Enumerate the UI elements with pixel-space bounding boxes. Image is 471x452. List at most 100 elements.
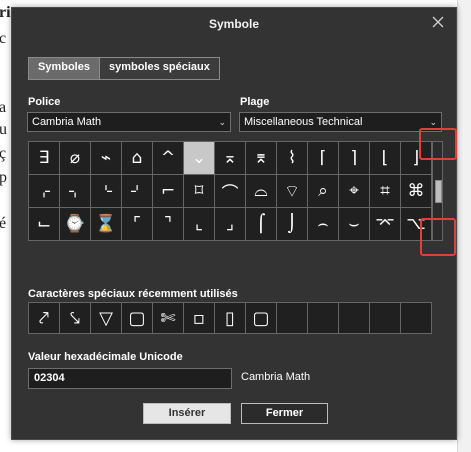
symbol-cell[interactable]: ⌍ xyxy=(60,175,91,208)
symbol-glyph: ⌉ xyxy=(350,148,358,168)
symbol-cell[interactable]: ∃ xyxy=(29,142,60,175)
symbol-cell[interactable]: ⌗ xyxy=(370,175,401,208)
recent-symbol-cell[interactable]: ✄ xyxy=(153,303,184,334)
font-select[interactable]: Cambria Math ⌄ xyxy=(27,112,231,132)
highlight-box-bottom xyxy=(420,218,456,256)
recent-symbol-glyph: ✄ xyxy=(160,307,176,329)
symbol-cell[interactable]: ⌀ xyxy=(60,142,91,175)
dialog-title: Symbole xyxy=(208,17,259,31)
symbol-cell[interactable]: ⌜ xyxy=(122,208,153,241)
recent-symbol-glyph: ⤥ xyxy=(69,307,81,329)
symbol-glyph: ⌖ xyxy=(349,181,359,201)
recent-symbol-cell[interactable] xyxy=(401,303,432,334)
symbol-glyph: ⌗ xyxy=(380,181,390,201)
symbol-glyph: ⌣ xyxy=(348,214,360,234)
symbol-cell[interactable]: ⌓ xyxy=(246,175,277,208)
symbol-cell[interactable]: ⌈ xyxy=(308,142,339,175)
recent-symbol-cell[interactable] xyxy=(308,303,339,334)
font-select-value: Cambria Math xyxy=(32,116,102,128)
symbol-cell[interactable]: ⌝ xyxy=(153,208,184,241)
symbol-glyph: ⌇ xyxy=(287,148,297,168)
tab-symboles[interactable]: Symboles xyxy=(29,58,99,79)
scrollbar-thumb[interactable] xyxy=(435,180,442,203)
doc-text: p xyxy=(0,169,7,186)
doc-text: é xyxy=(0,215,7,232)
symbol-glyph: ⌕ xyxy=(318,181,328,201)
recent-symbol-cell[interactable]: ⤥ xyxy=(60,303,91,334)
symbol-cell[interactable]: ⌑ xyxy=(184,175,215,208)
symbol-glyph: ∃ xyxy=(38,148,50,168)
symbol-cell[interactable]: ⌤ xyxy=(370,208,401,241)
recent-symbol-cell[interactable]: ⤤ xyxy=(29,303,60,334)
symbol-cell[interactable]: ⌂ xyxy=(122,142,153,175)
doc-text: u xyxy=(0,121,7,138)
symbol-cell[interactable]: ⌁ xyxy=(91,142,122,175)
insert-button[interactable]: Insérer xyxy=(143,403,231,424)
recent-symbol-cell[interactable]: ▽ xyxy=(91,303,122,334)
symbol-cell[interactable]: ⌔ xyxy=(277,175,308,208)
symbol-cell[interactable]: ⌘ xyxy=(401,175,432,208)
symbol-glyph: ⌚ xyxy=(64,214,86,234)
recent-symbol-glyph: ▫ xyxy=(192,307,206,329)
symbol-cell[interactable]: ⌎ xyxy=(91,175,122,208)
symbol-cell[interactable]: ⌟ xyxy=(215,208,246,241)
unicode-input[interactable]: 02304 xyxy=(28,368,232,389)
symbol-cell[interactable]: ⌄ xyxy=(184,142,215,175)
symbol-glyph: ⌀ xyxy=(69,148,81,168)
tab-symboles-speciaux[interactable]: symboles spéciaux xyxy=(98,58,219,79)
recent-symbol-cell[interactable]: ▯ xyxy=(215,303,246,334)
symbol-glyph: ⌌ xyxy=(37,181,51,201)
symbol-glyph: ⌛ xyxy=(95,214,117,234)
symbol-cell[interactable]: ^ xyxy=(153,142,184,175)
recent-symbol-cell[interactable]: ▢ xyxy=(246,303,277,334)
recent-symbol-cell[interactable]: ▢ xyxy=(122,303,153,334)
recent-symbols-grid: ⤤ ⤥ ▽ ▢ ✄ ▫ ▯ ▢ xyxy=(28,302,432,334)
symbol-glyph: ⌈ xyxy=(319,148,327,168)
symbol-cell[interactable]: ⌊ xyxy=(370,142,401,175)
symbol-cell[interactable]: ⌐ xyxy=(153,175,184,208)
symbol-cell[interactable]: ⌙ xyxy=(29,208,60,241)
symbol-cell[interactable]: ⌕ xyxy=(308,175,339,208)
symbol-glyph: ⌘ xyxy=(407,181,425,201)
symbol-cell[interactable]: ⌉ xyxy=(339,142,370,175)
symbol-glyph: ⌐ xyxy=(160,181,176,201)
symbol-cell[interactable]: ⌚ xyxy=(60,208,91,241)
symbol-glyph: ⌆ xyxy=(253,148,269,168)
symbol-glyph: ⌞ xyxy=(195,214,203,234)
symbol-cell[interactable]: ⌒ xyxy=(215,175,246,208)
symbol-glyph: ⌢ xyxy=(317,214,329,234)
close-button[interactable]: Fermer xyxy=(241,403,328,424)
recent-symbol-glyph: ⤤ xyxy=(38,307,50,329)
recent-symbol-glyph: ▢ xyxy=(128,307,146,329)
symbol-glyph: ⌙ xyxy=(36,214,52,234)
recent-symbol-cell[interactable] xyxy=(339,303,370,334)
symbol-cell[interactable]: ⌅ xyxy=(215,142,246,175)
symbol-cell[interactable]: ⌞ xyxy=(184,208,215,241)
recent-symbol-cell[interactable]: ▫ xyxy=(184,303,215,334)
symbol-cell[interactable]: ⌏ xyxy=(122,175,153,208)
symbol-glyph: ^ xyxy=(160,148,176,168)
symbol-glyph: ⌑ xyxy=(194,181,204,201)
font-label: Police xyxy=(28,96,61,108)
symbol-cell[interactable]: ⌛ xyxy=(91,208,122,241)
symbol-cell[interactable]: ⌢ xyxy=(308,208,339,241)
symbol-glyph: ⌡ xyxy=(287,214,297,234)
symbol-cell[interactable]: ⌌ xyxy=(29,175,60,208)
range-select-value: Miscellaneous Technical xyxy=(244,116,363,128)
symbol-cell[interactable]: ⌣ xyxy=(339,208,370,241)
tab-bar: Symboles symboles spéciaux xyxy=(28,57,220,80)
symbol-cell[interactable]: ⌆ xyxy=(246,142,277,175)
symbol-glyph: ⌄ xyxy=(191,148,207,168)
symbol-cell[interactable]: ⌡ xyxy=(277,208,308,241)
recent-symbol-cell[interactable] xyxy=(277,303,308,334)
symbol-glyph: ⌅ xyxy=(222,148,238,168)
close-icon[interactable] xyxy=(430,14,446,30)
symbol-cell[interactable]: ⌇ xyxy=(277,142,308,175)
recent-symbols-label: Caractères spéciaux récemment utilisés xyxy=(28,288,238,300)
symbol-dialog: Symbole Symboles symboles spéciaux Polic… xyxy=(11,7,457,440)
recent-symbol-cell[interactable] xyxy=(370,303,401,334)
symbol-glyph: ⌂ xyxy=(131,148,143,168)
range-select[interactable]: Miscellaneous Technical ⌄ xyxy=(239,112,442,132)
symbol-cell[interactable]: ⌖ xyxy=(339,175,370,208)
symbol-cell[interactable]: ⌠ xyxy=(246,208,277,241)
